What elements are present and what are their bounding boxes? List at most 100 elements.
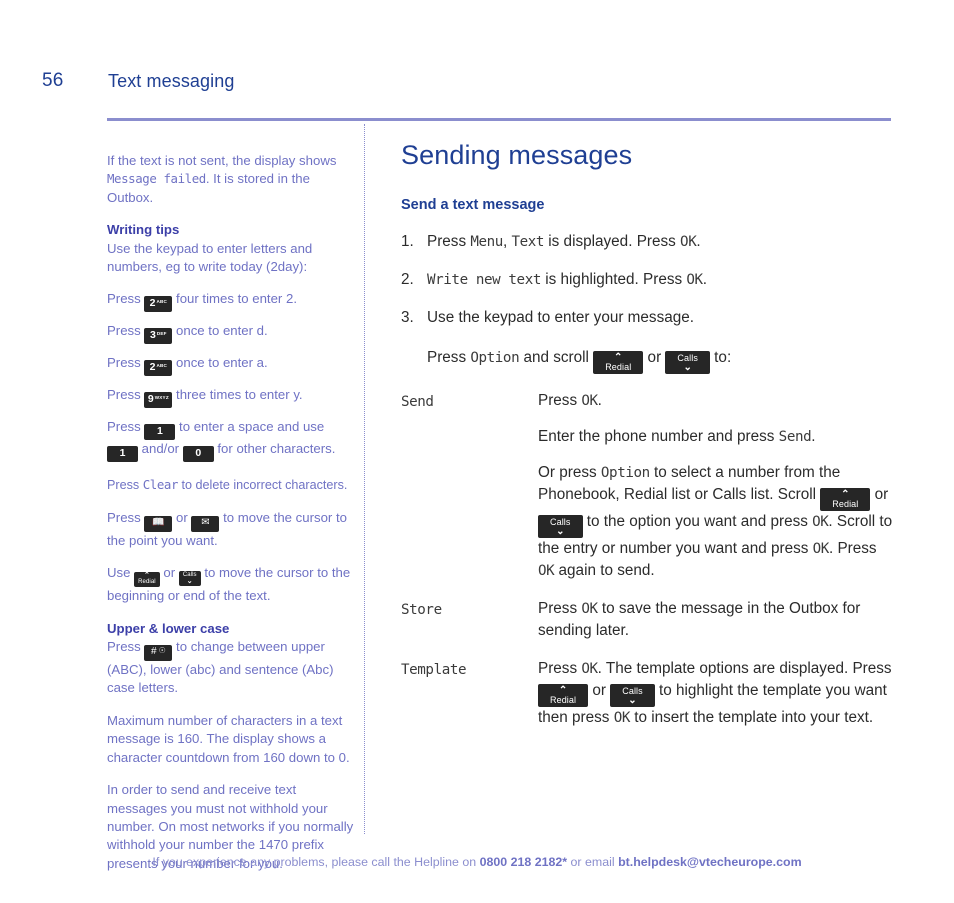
keypad-step-3: Press 2ABC once to enter a. xyxy=(107,354,354,377)
lcd-menu: Menu xyxy=(470,234,503,250)
lcd-ok: OK xyxy=(812,514,829,530)
header-rule xyxy=(107,118,891,121)
redial-label: Redial xyxy=(550,695,577,705)
steps-list: 1. Press Menu, Text is displayed. Press … xyxy=(401,231,896,374)
send-long-4: to the option you want and press xyxy=(582,513,813,530)
writing-tips-lead: Use the keypad to enter letters and numb… xyxy=(107,240,313,275)
keypad-step-2: Press 3DEF once to enter d. xyxy=(107,322,354,345)
redial-up-key-icon: ⌃ Redial xyxy=(820,488,871,511)
template-para-1: Press OK. The template options are displ… xyxy=(538,658,896,729)
step-text: Press xyxy=(427,233,471,250)
section-subtitle: Send a text message xyxy=(401,197,545,213)
option-row-store: Store Press OK to save the message in th… xyxy=(401,598,896,642)
phonebook-book-icon: 📖 xyxy=(144,515,173,532)
step3-before: Press xyxy=(107,355,145,371)
step4-before: Press xyxy=(107,387,145,403)
space-text-1: Press xyxy=(107,419,145,435)
max-characters-paragraph: Maximum number of characters in a text m… xyxy=(107,712,350,765)
ends-text-2: or xyxy=(159,565,179,581)
option-term-store: Store xyxy=(401,602,442,618)
option-description-template: Press OK. The template options are displ… xyxy=(538,658,896,729)
lcd-ok: OK xyxy=(581,661,598,677)
footer-text-1: If you experience any problems, please c… xyxy=(152,855,480,869)
page-number: 56 xyxy=(42,70,64,91)
calls-down-key-icon: Calls ⌄ xyxy=(665,351,710,374)
hash-lock-key-icon: # ☉ xyxy=(144,645,173,662)
space-characters-line: Press 1 to enter a space and use 1 and/o… xyxy=(107,418,354,463)
lcd-ok: OK xyxy=(538,563,555,579)
lcd-option: Option xyxy=(470,350,520,366)
store-text-1: Press xyxy=(538,600,582,617)
clear-key-line: Press Clear to delete incorrect characte… xyxy=(107,476,354,494)
lcd-write-new-text: Write new text xyxy=(427,272,541,288)
scroll-text-4: to: xyxy=(709,349,732,366)
step-item: 3. Use the keypad to enter your message.… xyxy=(401,307,896,374)
lcd-ok: OK xyxy=(686,272,703,288)
redial-up-key-icon: ⌃ Redial xyxy=(538,684,589,707)
key-digit: 2 xyxy=(149,297,156,310)
step-text: is displayed. Press xyxy=(544,233,681,250)
keypad-key-1-icon: 1 xyxy=(107,446,138,463)
keypad-key-2-icon: 2ABC xyxy=(144,360,173,377)
chapter-title: Text messaging xyxy=(108,71,235,91)
option-description-store: Press OK to save the message in the Outb… xyxy=(538,598,896,642)
send-text-3: Enter the phone number and press xyxy=(538,428,779,445)
step-number: 1. xyxy=(401,233,414,250)
keypad-key-2-icon: 2ABC xyxy=(144,296,173,313)
calls-down-key-icon: Calls ⌄ xyxy=(610,684,655,707)
main-content-column: Sending messages Send a text message 1. … xyxy=(401,140,896,745)
step1-before: Press xyxy=(107,291,145,307)
down-arrow-icon: ⌄ xyxy=(628,695,637,706)
left-sidebar-column: If the text is not sent, the display sho… xyxy=(107,152,354,887)
down-arrow-icon: ⌄ xyxy=(186,578,193,586)
helpdesk-email[interactable]: bt.helpdesk@vtecheurope.com xyxy=(618,855,802,869)
redial-label: Redial xyxy=(605,362,632,372)
lcd-option: Option xyxy=(600,465,650,481)
key-letters: ABC xyxy=(156,363,168,369)
page-footer: If you experience any problems, please c… xyxy=(0,855,954,869)
option-term-send: Send xyxy=(401,394,434,410)
space-text-2: to enter a space and use xyxy=(175,419,325,435)
scroll-instruction-line: Press Option and scroll ⌃ Redial or Calls… xyxy=(427,347,896,374)
redial-label: Redial xyxy=(138,579,156,586)
lcd-ok: OK xyxy=(581,601,598,617)
redial-label: Redial xyxy=(832,499,859,509)
option-row-template: Template Press OK. The template options … xyxy=(401,658,896,729)
down-arrow-icon: ⌄ xyxy=(556,526,565,537)
step-number: 2. xyxy=(401,271,414,288)
send-long-3: or xyxy=(870,486,889,503)
ulc-text-1: Press xyxy=(107,639,145,655)
space-text-3: and/or xyxy=(138,441,183,457)
step-number: 3. xyxy=(401,309,414,326)
column-divider xyxy=(364,124,366,834)
options-definition-table: Send Press OK. Enter the phone number an… xyxy=(401,390,896,729)
scroll-text-2: and scroll xyxy=(519,349,594,366)
send-text-1: Press xyxy=(538,392,582,409)
send-long-7: again to send. xyxy=(554,562,655,579)
lock-icon: ☉ xyxy=(158,646,166,656)
footer-text-2: or email xyxy=(567,855,619,869)
tpl-text-2: . The template options are displayed. Pr… xyxy=(597,660,892,677)
send-long-1: Or press xyxy=(538,464,601,481)
lcd-message-failed: Message failed xyxy=(107,171,206,187)
option-row-send: Send Press OK. Enter the phone number an… xyxy=(401,390,896,582)
scroll-text-3: or xyxy=(643,349,666,366)
cursor-text-2: or xyxy=(172,509,192,525)
clear-text-1: Press xyxy=(107,478,143,493)
keypad-key-3-icon: 3DEF xyxy=(144,328,173,345)
intro-paragraph: If the text is not sent, the display sho… xyxy=(107,152,354,207)
step4-after: three times to enter y. xyxy=(172,387,303,403)
step-item: 1. Press Menu, Text is displayed. Press … xyxy=(401,231,896,253)
keypad-key-1-icon: 1 xyxy=(144,424,176,441)
lcd-ok: OK xyxy=(680,234,697,250)
send-para-2: Enter the phone number and press Send. xyxy=(538,426,896,448)
up-arrow-icon: ⌃ xyxy=(841,489,850,500)
calls-down-key-icon: Calls ⌄ xyxy=(538,515,583,538)
up-arrow-icon: ⌃ xyxy=(558,685,568,696)
envelope-icon: ✉ xyxy=(191,515,220,532)
step2-after: once to enter d. xyxy=(172,323,268,339)
up-arrow-icon: ⌃ xyxy=(614,352,623,363)
send-para-1: Press OK. xyxy=(538,390,896,412)
upper-lower-case-heading: Upper & lower case xyxy=(107,620,230,636)
redial-up-key-icon: ⌃ Redial xyxy=(593,351,644,374)
